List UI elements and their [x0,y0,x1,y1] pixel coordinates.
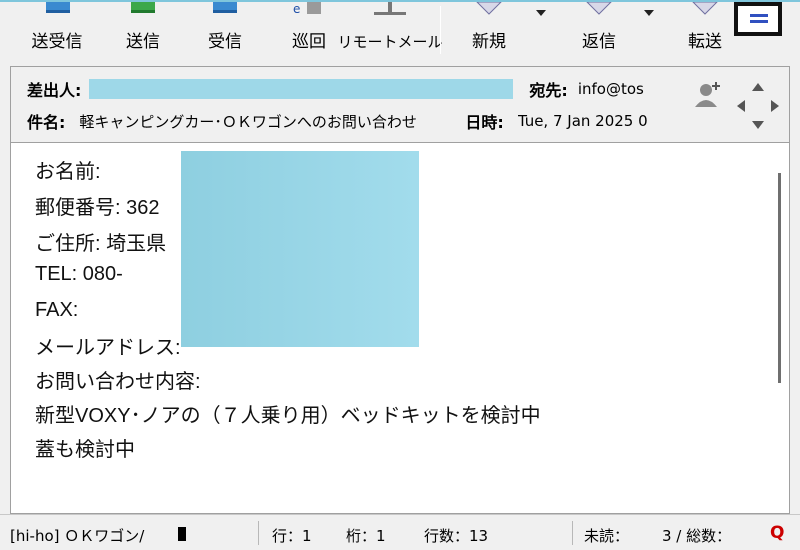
body-redaction [181,151,419,347]
send-receive-icon [46,2,70,13]
to-value: info@tos [577,80,644,98]
new-mail-dropdown-icon[interactable] [536,10,546,16]
new-mail-button[interactable]: 新規 [462,2,516,58]
status-line-count: 行数：13 [424,527,489,545]
status-col: 桁：1 [346,527,386,545]
toolbar-separator [440,6,441,54]
status-bar: [hi-ho] ＯＫワゴン/ 行：1 桁：1 行数：13 未読： 3 / 総数：… [0,514,800,550]
status-row: 行：1 [272,527,312,545]
subject-value: 軽キャンピングカー･ＯＫワゴンへのお問い合わせ [79,112,417,131]
subject-label: 件名: [27,113,66,132]
forward-label: 転送 [688,32,722,52]
reply-label: 返信 [582,32,616,52]
add-contact-icon[interactable] [693,79,723,109]
body-line-inquiry-2: 蓋も検討中 [35,439,135,461]
body-line-postal: 郵便番号: 362 [35,197,160,219]
body-line-address: ご住所: 埼玉県 [35,233,167,255]
svg-text:e: e [293,2,300,16]
vertical-scrollbar[interactable] [778,173,781,383]
status-folder: [hi-ho] ＯＫワゴン/ [10,527,145,545]
from-label: 差出人: [27,81,82,100]
patrol-label: 巡回 [292,32,326,52]
remote-mail-label: リモートメール [337,33,443,51]
send-icon [131,2,155,13]
status-separator [572,521,573,545]
from-row: 差出人: 宛先: info@tos [11,75,791,103]
body-line-tel: TEL: 080- [35,263,123,285]
body-line-inquiry-1: 新型VOXY･ノアの（７人乗り用）ベッドキットを検討中 [35,405,541,427]
date-value: Tue, 7 Jan 2025 0 [517,112,648,130]
forward-button[interactable]: 転送 [678,2,732,58]
reply-dropdown-icon[interactable] [644,10,654,16]
status-total: 3 / 総数： [662,527,732,545]
body-line-name: お名前: [35,161,101,183]
status-separator [258,521,259,545]
remote-mail-icon [374,2,406,15]
reply-icon [586,2,612,15]
send-receive-label: 送受信 [31,32,83,52]
patrol-button[interactable]: e 巡回 [284,2,334,58]
patrol-icon: e [293,2,321,16]
status-cursor [178,527,186,541]
status-unread: 未読： [584,527,630,545]
body-line-inquiry-label: お問い合わせ内容: [35,371,201,393]
email-label: メールアドレス: [35,337,181,359]
navigation-arrows-icon[interactable] [735,81,781,131]
receive-label: 受信 [208,32,242,52]
receive-button[interactable]: 受信 [200,2,250,58]
to-label: 宛先: [529,81,568,100]
reply-button[interactable]: 返信 [572,2,626,58]
status-q-icon[interactable]: Q [770,523,784,543]
from-value-redacted [89,79,514,99]
mail-window: 送受信 送信 受信 e 巡回 リモートメール 新規 返信 転送 差出人: 宛先:… [0,0,800,550]
date-label: 日時: [465,113,504,132]
remote-mail-button[interactable]: リモートメール [338,2,443,58]
send-receive-button[interactable]: 送受信 [24,2,90,58]
send-button[interactable]: 送信 [118,2,168,58]
message-body[interactable]: お名前: 郵便番号: 362 ご住所: 埼玉県 TEL: 080- FAX: メ… [10,142,790,514]
new-mail-label: 新規 [472,32,506,52]
window-icon[interactable] [734,2,782,36]
subject-row: 件名: 軽キャンピングカー･ＯＫワゴンへのお問い合わせ 日時: Tue, 7 J… [11,107,751,135]
send-label: 送信 [126,32,160,52]
body-line-fax: FAX: [35,299,79,321]
receive-icon [213,2,237,13]
toolbar: 送受信 送信 受信 e 巡回 リモートメール 新規 返信 転送 [0,0,800,58]
message-header: 差出人: 宛先: info@tos 件名: 軽キャンピングカー･ＯＫワゴンへのお… [10,66,790,142]
new-mail-icon [476,2,502,15]
forward-icon [692,2,718,15]
